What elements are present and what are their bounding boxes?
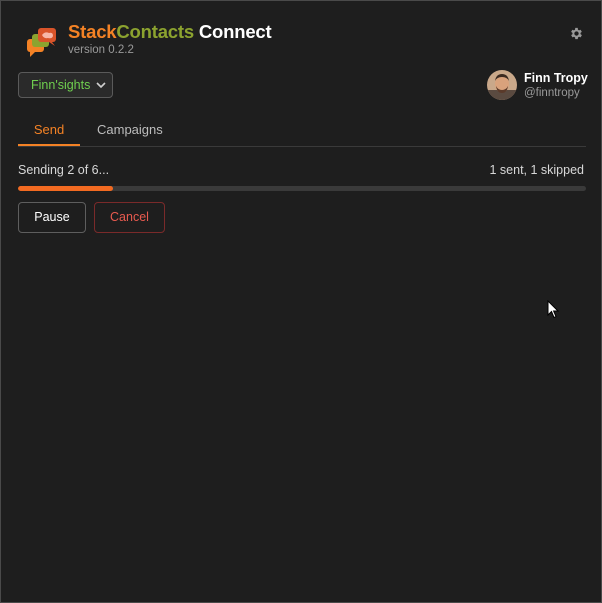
active-tab-indicator: [18, 144, 80, 146]
user-handle: @finntropy: [524, 87, 580, 99]
progress-bar-fill: [18, 186, 113, 191]
progress-bar: [18, 186, 586, 191]
publication-select[interactable]: Finn'sights: [18, 72, 113, 98]
tab-send[interactable]: Send: [18, 122, 80, 137]
user-name: Finn Tropy: [524, 71, 588, 85]
brand-contacts: Contacts: [116, 21, 194, 42]
app-title: StackContacts Connect: [68, 21, 272, 43]
version-label: version 0.2.2: [68, 44, 134, 56]
gear-icon[interactable]: [569, 26, 584, 41]
send-summary: 1 sent, 1 skipped: [489, 163, 584, 177]
sending-status: Sending 2 of 6...: [18, 163, 110, 177]
publication-select-value: Finn'sights: [31, 78, 91, 92]
tabs-divider: [18, 146, 586, 147]
mouse-cursor-icon: [547, 300, 559, 319]
avatar: [487, 70, 517, 100]
brand-stack: Stack: [68, 21, 117, 42]
brand-connect: Connect: [193, 21, 272, 42]
stackcontacts-logo-icon: [27, 28, 56, 57]
extension-popup: StackContacts Connect version 0.2.2 Finn…: [0, 0, 602, 603]
tab-campaigns[interactable]: Campaigns: [97, 122, 163, 137]
cancel-button[interactable]: Cancel: [94, 202, 165, 233]
pause-button[interactable]: Pause: [18, 202, 86, 233]
chevron-down-icon: [96, 82, 106, 89]
